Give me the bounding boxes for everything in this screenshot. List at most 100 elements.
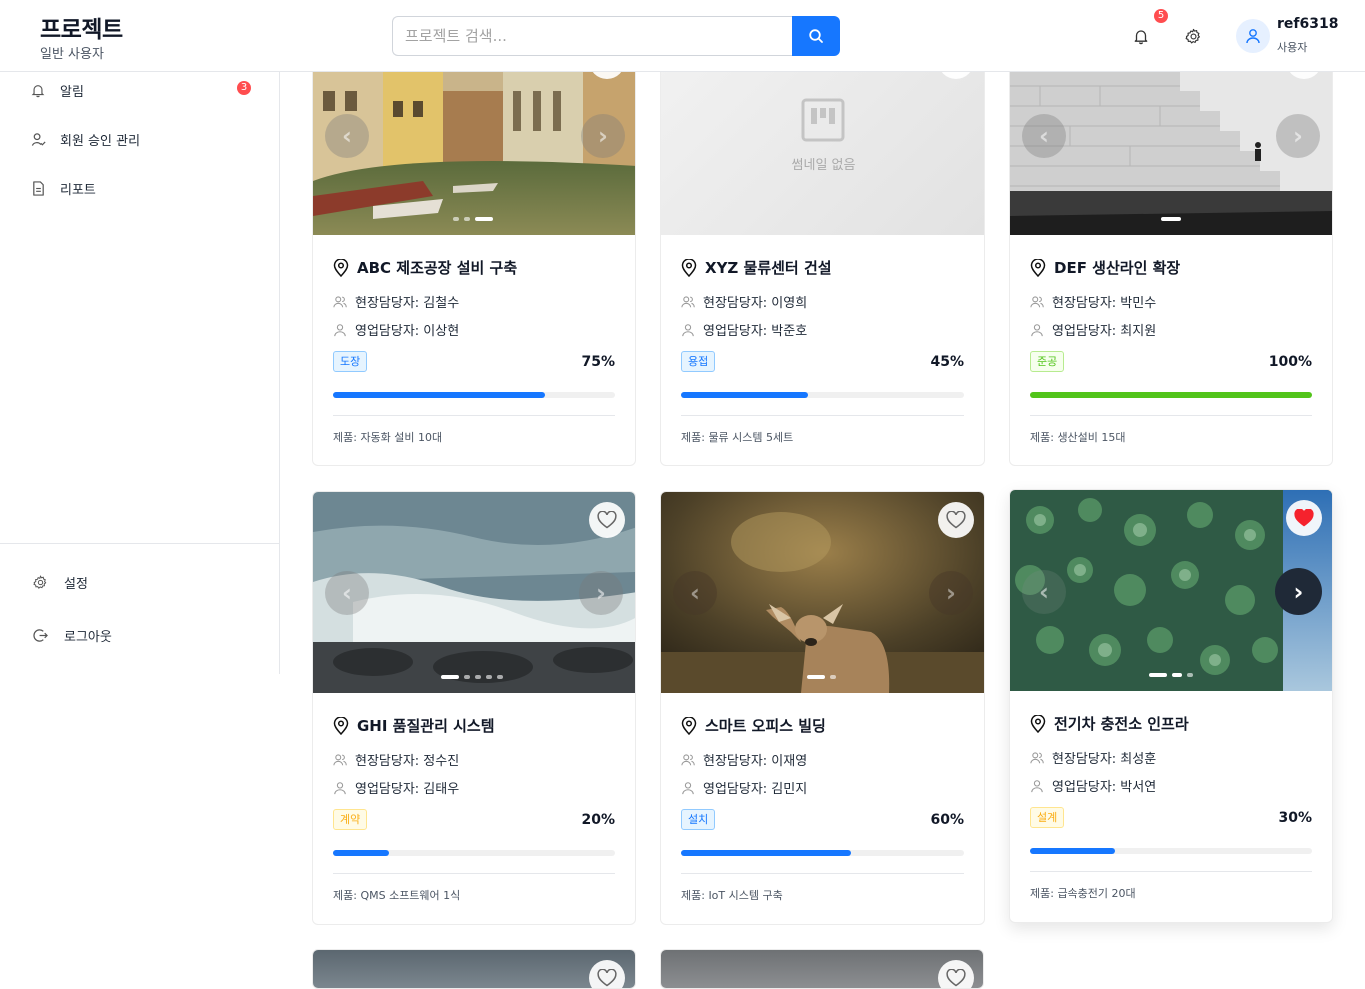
search-button[interactable] xyxy=(792,16,840,56)
project-name: 전기차 충전소 인프라 xyxy=(1054,715,1189,733)
gear-icon xyxy=(32,574,48,590)
sidebar-item-notifications[interactable]: 알림 3 xyxy=(0,70,279,110)
user-role: 사용자 xyxy=(1277,41,1308,54)
sidebar-item-member-approval[interactable]: 회원 승인 관리 xyxy=(0,119,279,159)
users-icon xyxy=(333,753,347,765)
stage-tag: 용접 xyxy=(681,351,716,372)
site-manager: 현장담당자: 이재영 xyxy=(703,754,808,769)
product-info: 제품: IoT 시스템 구축 xyxy=(681,889,783,902)
sidebar-item-logout[interactable]: 로그아웃 xyxy=(0,615,279,655)
settings-button[interactable] xyxy=(1182,25,1204,47)
carousel-next-button[interactable]: › xyxy=(581,114,625,158)
project-card[interactable] xyxy=(312,949,636,989)
avatar[interactable] xyxy=(1236,19,1270,53)
progress-fill xyxy=(681,850,851,856)
carousel-next-button[interactable]: › xyxy=(929,571,973,615)
carousel-prev-button[interactable]: ‹ xyxy=(325,114,369,158)
users-icon xyxy=(1030,295,1044,307)
product-info: 제품: QMS 소프트웨어 1식 xyxy=(333,889,461,902)
carousel-dots xyxy=(441,675,503,679)
sidebar-item-label: 로그아웃 xyxy=(64,629,112,645)
users-icon xyxy=(1030,751,1044,763)
project-card-body: 전기차 충전소 인프라 현장담당자: 최성훈 영업담당자: 박서연 설계 30%… xyxy=(1030,713,1312,922)
site-manager: 현장담당자: 박민수 xyxy=(1052,296,1157,311)
progress-bar xyxy=(333,392,615,398)
logout-icon xyxy=(32,627,48,643)
notification-count-badge: 5 xyxy=(1154,9,1168,23)
progress-bar xyxy=(1030,848,1312,854)
location-pin-icon xyxy=(1030,258,1046,277)
project-thumbnail[interactable]: ‹ › xyxy=(1010,490,1332,691)
sales-manager: 영업담당자: 최지원 xyxy=(1052,324,1157,339)
project-card-body: GHI 품질관리 시스템 현장담당자: 정수진 영업담당자: 김태우 계약 20… xyxy=(333,715,615,924)
carousel-next-button[interactable]: › xyxy=(579,571,623,615)
progress-percent: 30% xyxy=(1278,810,1312,826)
site-manager: 현장담당자: 최성훈 xyxy=(1052,752,1157,767)
project-card[interactable] xyxy=(660,949,984,989)
project-card[interactable]: ‹ › DEF 생산라인 확장 현장담당자: 박민수 영업담당자: 최지원 준공… xyxy=(1009,30,1333,466)
favorite-button[interactable] xyxy=(589,960,625,988)
carousel-prev-button[interactable]: ‹ xyxy=(1022,114,1066,158)
favorite-button[interactable] xyxy=(1286,500,1322,536)
sidebar-item-report[interactable]: 리포트 xyxy=(0,168,279,208)
sidebar-item-label: 리포트 xyxy=(60,182,96,198)
progress-percent: 100% xyxy=(1268,354,1312,370)
sidebar-item-settings[interactable]: 설정 xyxy=(0,562,279,602)
project-name: ABC 제조공장 설비 구축 xyxy=(357,259,518,277)
project-card[interactable]: ‹ › ABC 제조공장 설비 구축 현장담당자: 김철수 영업담당자: 이상현… xyxy=(312,30,636,466)
project-card[interactable]: 썸네일 없음 XYZ 물류센터 건설 현장담당자: 이영희 영업담당자: 박준호… xyxy=(660,30,985,466)
search-icon xyxy=(809,29,823,43)
heart-icon xyxy=(946,511,966,529)
project-card-body: XYZ 물류센터 건설 현장담당자: 이영희 영업담당자: 박준호 용접 45%… xyxy=(681,257,964,465)
notification-count-badge: 3 xyxy=(237,81,251,95)
project-thumbnail[interactable] xyxy=(313,950,635,988)
stage-tag: 준공 xyxy=(1030,351,1065,372)
no-thumbnail-label: 썸네일 없음 xyxy=(791,158,856,173)
carousel-dots xyxy=(453,217,493,221)
favorite-button[interactable] xyxy=(589,502,625,538)
site-manager: 현장담당자: 김철수 xyxy=(355,296,460,311)
project-card[interactable]: ‹ › GHI 품질관리 시스템 현장담당자: 정수진 영업담당자: 김태우 계… xyxy=(312,491,636,925)
carousel-next-button[interactable]: › xyxy=(1275,568,1322,615)
search-input[interactable] xyxy=(392,16,794,56)
user-icon xyxy=(682,781,694,794)
top-header: 프로젝트 일반 사용자 5 ref6318 사용자 xyxy=(0,0,1365,72)
sales-manager: 영업담당자: 김민지 xyxy=(703,782,808,797)
sidebar-item-label: 설정 xyxy=(64,576,88,592)
carousel-prev-button[interactable]: ‹ xyxy=(1022,570,1066,614)
project-card[interactable]: ‹ › 스마트 오피스 빌딩 현장담당자: 이재영 영업담당자: 김민지 설치 … xyxy=(660,491,985,925)
location-pin-icon xyxy=(333,258,349,277)
project-thumbnail[interactable]: ‹ › xyxy=(661,492,984,693)
sales-manager: 영업담당자: 박서연 xyxy=(1052,780,1157,795)
progress-percent: 45% xyxy=(930,354,964,370)
gear-icon xyxy=(1185,28,1200,43)
location-pin-icon xyxy=(1030,714,1046,733)
favorite-button[interactable] xyxy=(938,960,974,988)
heart-icon xyxy=(597,511,617,529)
users-icon xyxy=(681,753,695,765)
project-card[interactable]: ‹ › 전기차 충전소 인프라 현장담당자: 최성훈 영업담당자: 박서연 설계… xyxy=(1009,489,1333,923)
carousel-next-button[interactable]: › xyxy=(1276,114,1320,158)
notifications-button[interactable] xyxy=(1130,25,1152,47)
carousel-dots xyxy=(807,675,836,679)
favorite-button[interactable] xyxy=(938,502,974,538)
project-name: GHI 품질관리 시스템 xyxy=(357,717,495,735)
bell-icon xyxy=(1134,29,1148,44)
user-name: ref6318 xyxy=(1277,16,1339,32)
carousel-prev-button[interactable]: ‹ xyxy=(673,571,717,615)
progress-fill xyxy=(681,392,809,398)
progress-fill xyxy=(1030,392,1312,398)
progress-bar xyxy=(681,392,964,398)
sidebar-item-label: 회원 승인 관리 xyxy=(60,133,141,149)
users-icon xyxy=(333,295,347,307)
project-card-body: ABC 제조공장 설비 구축 현장담당자: 김철수 영업담당자: 이상현 도장 … xyxy=(333,257,615,465)
project-name: 스마트 오피스 빌딩 xyxy=(705,717,826,735)
progress-fill xyxy=(333,392,545,398)
carousel-prev-button[interactable]: ‹ xyxy=(325,571,369,615)
location-pin-icon xyxy=(681,716,697,735)
stage-tag: 계약 xyxy=(333,809,368,830)
project-thumbnail[interactable]: ‹ › xyxy=(313,492,635,693)
project-card-body: 스마트 오피스 빌딩 현장담당자: 이재영 영업담당자: 김민지 설치 60% … xyxy=(681,715,964,924)
sidebar-divider xyxy=(0,543,279,544)
project-thumbnail[interactable] xyxy=(661,950,983,988)
